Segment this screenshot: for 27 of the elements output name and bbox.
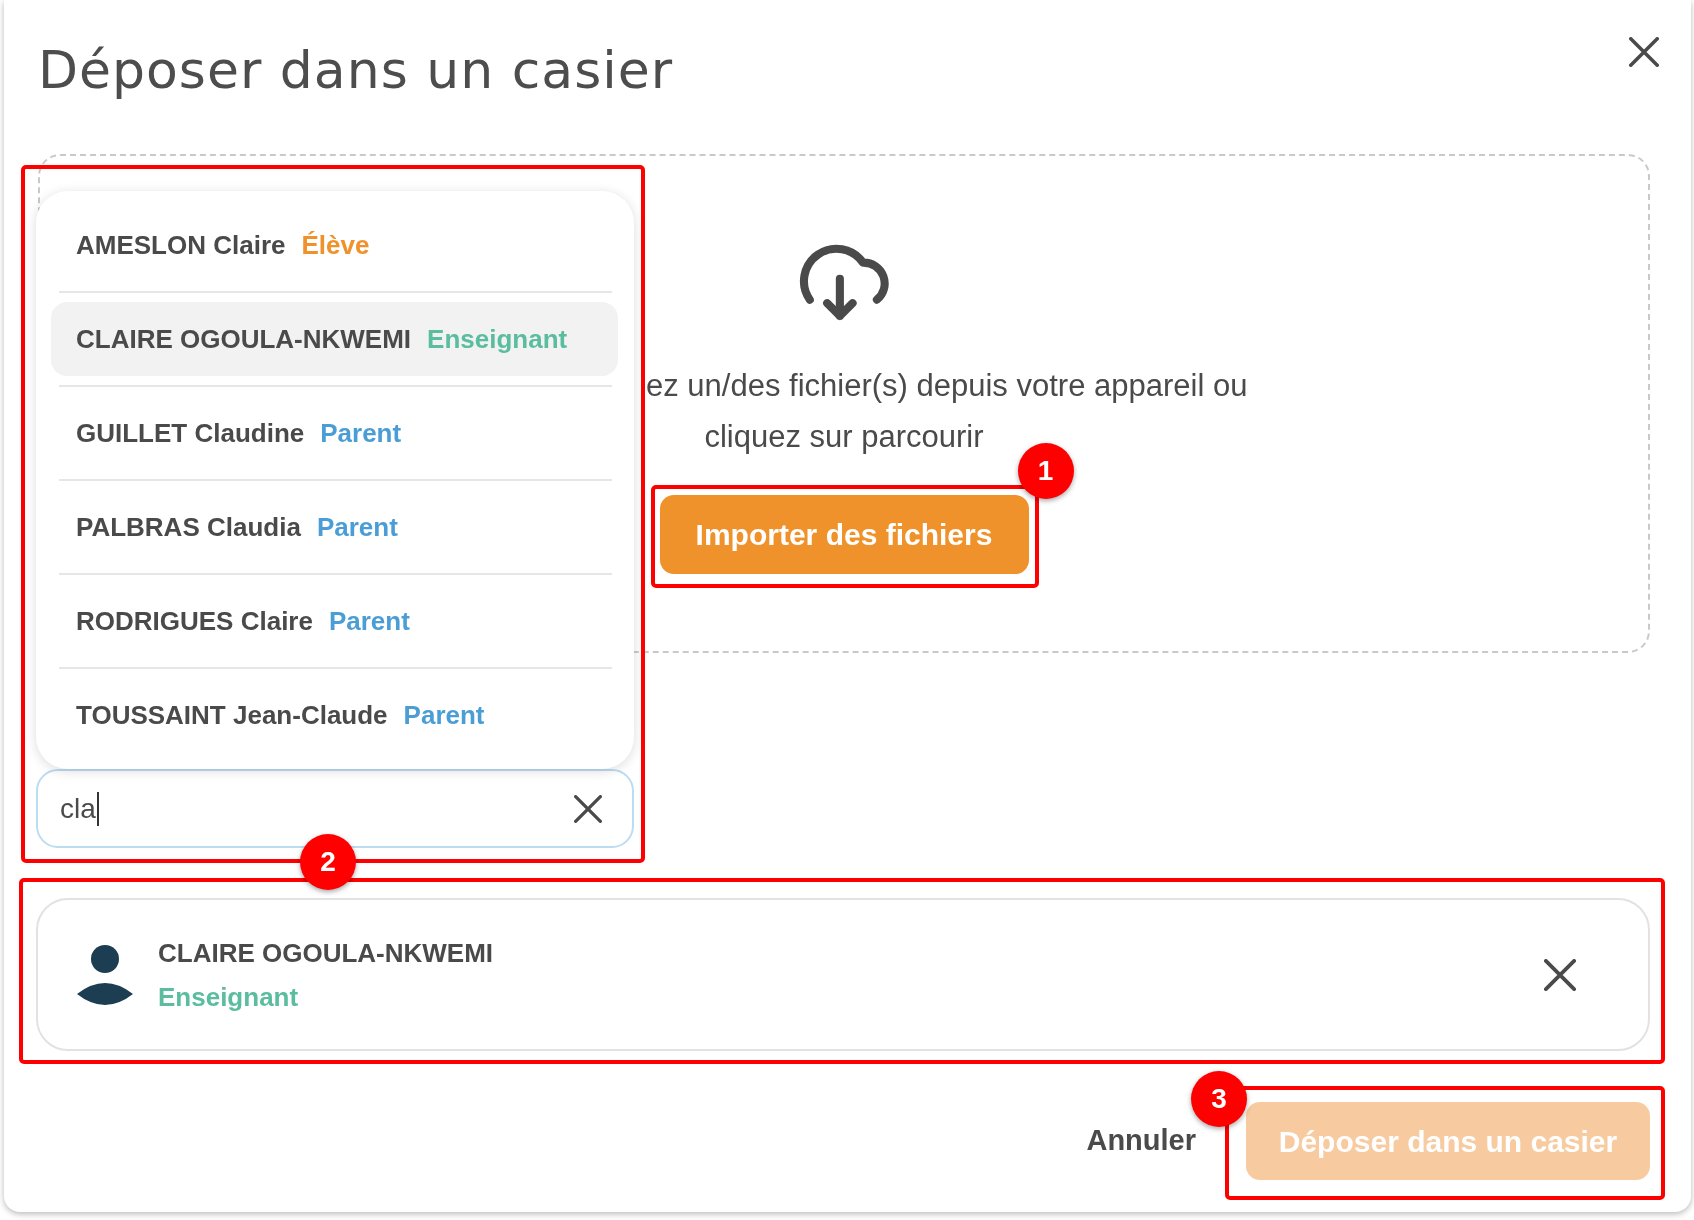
search-field[interactable]: cla [36, 769, 634, 848]
role-label: Élève [301, 228, 370, 262]
drop-instructions-text: ez un/des fichier(s) depuis votre appareil ou [646, 368, 1248, 403]
close-icon [1544, 958, 1576, 991]
recipient-option[interactable]: AMESLON Claire Élève [51, 208, 618, 282]
recipient-option[interactable]: CLAIRE OGOULA-NKWEMI Enseignant [51, 302, 618, 376]
role-label: Parent [320, 416, 402, 450]
person-icon [76, 943, 134, 1006]
recipient-option[interactable]: TOUSSAINT Jean-Claude Parent [51, 678, 618, 752]
clear-search-button[interactable] [574, 794, 602, 823]
close-button[interactable] [1629, 37, 1659, 67]
text-cursor-icon [96, 791, 99, 826]
step-number-badge: 3 [1191, 1071, 1247, 1127]
step-number-badge: 1 [1017, 443, 1074, 499]
close-icon [1629, 37, 1659, 67]
recipient-option[interactable]: GUILLET Claudine Parent [51, 396, 618, 470]
close-icon [574, 794, 602, 823]
recipient-name: CLAIRE OGOULA-NKWEMI [158, 936, 494, 970]
role-label: Parent [316, 510, 398, 544]
role-label: Enseignant [158, 980, 300, 1014]
role-label: Parent [403, 698, 485, 732]
drop-instructions-text: cliquez sur parcourir [704, 419, 984, 454]
dialog-title: Déposer dans un casier [38, 39, 674, 101]
recipient-option[interactable]: PALBRAS Claudia Parent [51, 490, 618, 564]
role-label: Parent [328, 604, 410, 638]
role-label: Enseignant [427, 322, 568, 356]
remove-recipient-button[interactable] [1544, 958, 1576, 991]
